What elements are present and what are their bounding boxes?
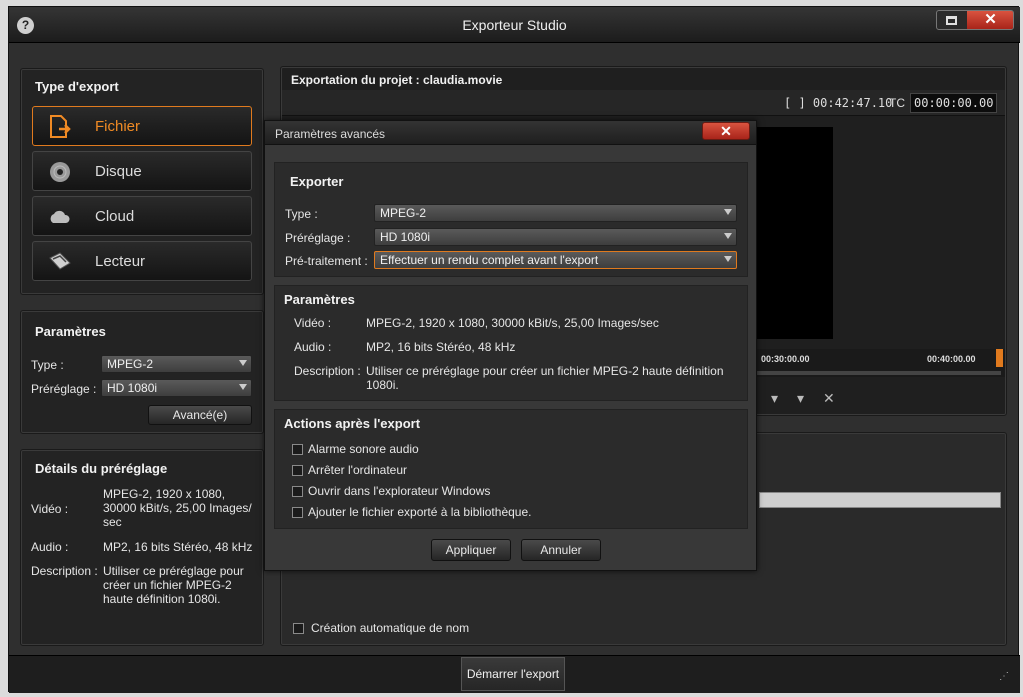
auto-name-checkbox[interactable] [293, 623, 304, 634]
option-label: Arrêter l'ordinateur [308, 463, 407, 477]
close-button[interactable]: ✕ [967, 11, 1013, 29]
auto-name-label: Création automatique de nom [311, 621, 470, 635]
transport-controls: ▾ ▾ ✕ [771, 390, 851, 410]
timecode-field[interactable]: 00:00:00.00 [910, 93, 998, 113]
export-file-button[interactable]: Fichier [32, 106, 252, 146]
preset-dropdown-value: HD 1080i [107, 381, 158, 395]
details-video-value: MPEG-2, 1920 x 1080, 30000 kBit/s, 25,00… [103, 487, 252, 529]
resize-grip-icon[interactable]: ⋰ [999, 671, 1011, 683]
dialog-parameters-title: Paramètres [284, 292, 355, 307]
maximize-icon [946, 16, 957, 25]
type-label: Type : [31, 358, 64, 372]
cloud-icon [50, 210, 70, 223]
export-section: Exporter Type : MPEG-2 Préréglage : HD 1… [274, 162, 748, 277]
project-title: Exportation du projet : claudia.movie [291, 73, 503, 87]
playhead-marker[interactable] [996, 349, 1003, 367]
parameters-panel: Paramètres Type : MPEG-2 Préréglage : HD… [20, 310, 264, 434]
option-label: Ajouter le fichier exporté à la biblioth… [308, 505, 532, 519]
ruler-label: 00:30:00.00 [761, 354, 810, 364]
window-title: Exporteur Studio [462, 17, 567, 33]
advanced-settings-dialog: Paramètres avancés ✕ Exporter Type : MPE… [264, 120, 757, 571]
option-checkbox[interactable] [292, 507, 303, 518]
clear-marks-icon[interactable]: ✕ [823, 390, 835, 407]
window-controls: ✕ [936, 10, 1014, 30]
dialog-title: Paramètres avancés [275, 127, 386, 141]
advanced-button[interactable]: Avancé(e) [148, 405, 252, 425]
export-cloud-button[interactable]: Cloud [32, 196, 252, 236]
chevron-down-icon [239, 384, 247, 390]
ruler-label: 00:40:00.00 [927, 354, 976, 364]
export-file-label: Fichier [95, 118, 141, 135]
preset-details-panel: Détails du préréglage Vidéo : MPEG-2, 19… [20, 449, 264, 646]
mark-out-icon[interactable]: ▾ [797, 390, 804, 407]
preprocessing-value: Effectuer un rendu complet avant l'expor… [380, 253, 599, 267]
dialog-parameters-section: Paramètres Vidéo : MPEG-2, 1920 x 1080, … [274, 285, 748, 401]
timeline-ruler[interactable]: 00:30:00.00 00:40:00.00 [751, 349, 1005, 377]
duration-readout: [ ] 00:42:47.10 [784, 96, 893, 110]
type-dropdown[interactable]: MPEG-2 [101, 355, 252, 373]
dialog-title-bar: Paramètres avancés ✕ [265, 121, 756, 145]
option-label: Ouvrir dans l'explorateur Windows [308, 484, 491, 498]
tc-label: TC [889, 96, 905, 110]
option-checkbox[interactable] [292, 486, 303, 497]
export-disc-button[interactable]: Disque [32, 151, 252, 191]
preset-details-title: Détails du préréglage [35, 461, 168, 476]
details-description-value: Utiliser ce préréglage pour créer un fic… [103, 564, 244, 606]
chevron-down-icon [724, 256, 732, 262]
dialog-description-value: Utiliser ce préréglage pour créer un fic… [366, 364, 724, 392]
export-type-title: Type d'export [35, 79, 119, 94]
title-bar: ? Exporteur Studio ✕ [9, 7, 1020, 43]
chevron-down-icon [239, 360, 247, 366]
dialog-preset-value: HD 1080i [380, 230, 431, 244]
details-video-label: Vidéo : [31, 502, 69, 516]
file-export-icon [50, 115, 71, 138]
details-audio-value: MP2, 16 bits Stéréo, 48 kHz [103, 540, 253, 554]
dialog-type-label: Type : [285, 207, 318, 221]
apply-button[interactable]: Appliquer [431, 539, 511, 561]
export-disc-label: Disque [95, 163, 142, 180]
post-export-actions-title: Actions après l'export [284, 416, 421, 431]
dialog-type-dropdown[interactable]: MPEG-2 [374, 204, 737, 222]
mark-in-icon[interactable]: ▾ [771, 390, 778, 407]
details-description-label: Description : [31, 564, 98, 578]
dialog-audio-value: MP2, 16 bits Stéréo, 48 kHz [366, 340, 516, 354]
export-type-panel: Type d'export Fichier Disque Cloud Lecte… [20, 68, 264, 295]
dialog-preset-label: Préréglage : [285, 231, 351, 245]
start-export-button[interactable]: Démarrer l'export [461, 657, 565, 691]
disc-icon [50, 162, 70, 182]
scrub-track[interactable] [751, 371, 1001, 375]
details-audio-label: Audio : [31, 540, 69, 554]
post-export-actions-section: Actions après l'export Alarme sonore aud… [274, 409, 748, 529]
dialog-video-label: Vidéo : [294, 316, 332, 330]
chevron-down-icon [724, 209, 732, 215]
option-label: Alarme sonore audio [308, 442, 419, 456]
export-device-button[interactable]: Lecteur [32, 241, 252, 281]
type-dropdown-value: MPEG-2 [107, 357, 154, 371]
option-checkbox[interactable] [292, 465, 303, 476]
cancel-button[interactable]: Annuler [521, 539, 601, 561]
device-icon [49, 252, 71, 270]
preprocessing-label: Pré-traitement : [285, 254, 368, 268]
export-cloud-label: Cloud [95, 208, 135, 225]
maximize-button[interactable] [937, 11, 967, 29]
dialog-type-value: MPEG-2 [380, 206, 427, 220]
option-checkbox[interactable] [292, 444, 303, 455]
progress-bar [759, 492, 1001, 508]
dialog-audio-label: Audio : [294, 340, 332, 354]
export-section-title: Exporter [290, 174, 344, 189]
dialog-preset-dropdown[interactable]: HD 1080i [374, 228, 737, 246]
dialog-description-label: Description : [294, 364, 361, 378]
preset-label: Préréglage : [31, 382, 97, 396]
chevron-down-icon [724, 233, 732, 239]
preset-dropdown[interactable]: HD 1080i [101, 379, 252, 397]
export-device-label: Lecteur [95, 253, 146, 270]
dialog-close-button[interactable]: ✕ [702, 122, 750, 140]
preprocessing-dropdown[interactable]: Effectuer un rendu complet avant l'expor… [374, 251, 737, 269]
dialog-video-value: MPEG-2, 1920 x 1080, 30000 kBit/s, 25,00… [366, 316, 659, 330]
parameters-title: Paramètres [35, 324, 106, 339]
timecode-bar: [ ] 00:42:47.10 TC 00:00:00.00 [282, 90, 1005, 116]
